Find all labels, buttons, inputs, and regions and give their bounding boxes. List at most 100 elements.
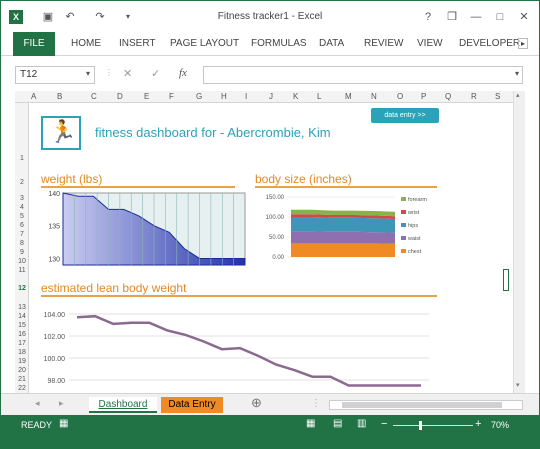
- tab-split-grip-icon[interactable]: ⋮: [311, 398, 321, 409]
- row-header[interactable]: 9: [15, 249, 29, 256]
- row-header[interactable]: 19: [15, 358, 29, 365]
- next-sheet-icon[interactable]: ▸: [59, 398, 64, 409]
- tab-file[interactable]: FILE: [13, 32, 55, 56]
- row-header[interactable]: 5: [15, 213, 29, 220]
- enter-icon[interactable]: ✓: [151, 67, 160, 80]
- column-header[interactable]: G: [196, 92, 202, 101]
- horizontal-scroll-thumb[interactable]: [342, 402, 502, 408]
- page-break-view-icon[interactable]: ▥: [357, 418, 366, 429]
- tab-view[interactable]: VIEW: [417, 38, 443, 49]
- column-header[interactable]: N: [371, 92, 377, 101]
- tab-formulas[interactable]: FORMULAS: [251, 38, 307, 49]
- scroll-up-icon[interactable]: ▴: [516, 91, 520, 99]
- minimize-icon[interactable]: —: [469, 10, 483, 24]
- lean-tick-label: 98.00: [47, 378, 65, 385]
- tab-data-entry[interactable]: Data Entry: [161, 397, 223, 413]
- row-header[interactable]: 11: [15, 267, 29, 274]
- column-header[interactable]: F: [169, 92, 174, 101]
- row-header[interactable]: 16: [15, 331, 29, 338]
- row-header[interactable]: 6: [15, 222, 29, 229]
- column-headers: A B C D E F G H I J K L M N O P Q R S: [15, 91, 525, 103]
- ribbon-display-icon[interactable]: ❐: [445, 10, 459, 24]
- row-header[interactable]: 20: [15, 367, 29, 374]
- new-sheet-icon[interactable]: ⊕: [251, 395, 262, 411]
- weight-tick-label: 140: [48, 191, 60, 198]
- chevron-down-icon[interactable]: ▾: [86, 69, 90, 78]
- column-header[interactable]: E: [144, 92, 149, 101]
- page-layout-view-icon[interactable]: ▤: [333, 418, 342, 429]
- legend-swatch: [401, 249, 406, 253]
- column-header[interactable]: M: [345, 92, 352, 101]
- column-header[interactable]: P: [421, 92, 426, 101]
- formula-input[interactable]: [203, 66, 523, 84]
- status-ready: READY: [21, 420, 53, 430]
- row-header[interactable]: 13: [15, 304, 29, 311]
- column-header[interactable]: B: [57, 92, 62, 101]
- tab-developer[interactable]: DEVELOPER: [459, 38, 520, 49]
- vertical-scrollbar[interactable]: ▴ ▾: [513, 91, 525, 393]
- expand-formula-bar-icon[interactable]: ▾: [515, 69, 519, 78]
- worksheet[interactable]: 🏃 fitness dashboard for - Abercrombie, K…: [29, 103, 513, 393]
- macro-record-icon[interactable]: ▦: [59, 418, 68, 429]
- ribbon-scroll-right-icon[interactable]: ▸: [518, 38, 529, 49]
- column-header[interactable]: A: [31, 92, 36, 101]
- name-box[interactable]: T12 ▾: [15, 66, 95, 84]
- weight-chart[interactable]: 140 135 130: [39, 191, 249, 271]
- zoom-out-icon[interactable]: −: [381, 418, 387, 430]
- prev-sheet-icon[interactable]: ◂: [35, 398, 40, 409]
- normal-view-icon[interactable]: ▦: [306, 418, 315, 429]
- cancel-icon[interactable]: ✕: [123, 67, 132, 80]
- column-header[interactable]: H: [221, 92, 227, 101]
- tab-page-layout[interactable]: PAGE LAYOUT: [170, 38, 239, 49]
- lean-weight-chart[interactable]: 104.00 102.00 100.00 98.00: [39, 301, 439, 393]
- legend-swatch: [401, 223, 406, 227]
- tab-data[interactable]: DATA: [319, 38, 344, 49]
- row-header[interactable]: 2: [15, 179, 29, 186]
- weight-heading: weight (lbs): [41, 172, 235, 188]
- body-size-chart[interactable]: 150.00 100.00 50.00 0.00 forearm wrist hips wai…: [255, 193, 435, 268]
- column-header[interactable]: J: [269, 92, 273, 101]
- zoom-level[interactable]: 70%: [491, 420, 509, 430]
- legend-swatch: [401, 210, 406, 214]
- row-header[interactable]: 22: [15, 385, 29, 392]
- horizontal-scrollbar[interactable]: [329, 400, 523, 410]
- tab-dashboard[interactable]: Dashboard: [89, 397, 157, 413]
- column-header[interactable]: L: [317, 92, 321, 101]
- row-headers: 1234567891011121314151617181920212223: [15, 103, 29, 400]
- row-header[interactable]: 1: [15, 155, 29, 162]
- column-header[interactable]: I: [245, 92, 247, 101]
- row-header[interactable]: 8: [15, 240, 29, 247]
- insert-function-icon[interactable]: fx: [179, 67, 187, 79]
- row-header[interactable]: 14: [15, 313, 29, 320]
- zoom-slider[interactable]: [393, 421, 473, 430]
- column-header[interactable]: K: [293, 92, 298, 101]
- column-header[interactable]: R: [471, 92, 477, 101]
- tab-review[interactable]: REVIEW: [364, 38, 403, 49]
- row-header[interactable]: 7: [15, 231, 29, 238]
- row-header[interactable]: 10: [15, 258, 29, 265]
- data-entry-button[interactable]: data entry >>: [371, 108, 439, 123]
- row-header[interactable]: 15: [15, 322, 29, 329]
- row-header[interactable]: 21: [15, 376, 29, 383]
- row-header[interactable]: 12: [15, 285, 29, 292]
- status-bar: READY ▦ ▦ ▤ ▥ − + 70%: [1, 415, 539, 449]
- row-header[interactable]: 17: [15, 340, 29, 347]
- row-header[interactable]: 18: [15, 349, 29, 356]
- column-header[interactable]: O: [397, 92, 403, 101]
- row-header[interactable]: 4: [15, 204, 29, 211]
- scroll-down-icon[interactable]: ▾: [516, 381, 520, 389]
- row-header[interactable]: 3: [15, 195, 29, 202]
- column-header[interactable]: C: [91, 92, 97, 101]
- zoom-in-icon[interactable]: +: [475, 418, 481, 430]
- selected-cell-indicator: [503, 269, 509, 291]
- column-header[interactable]: S: [495, 92, 500, 101]
- tab-home[interactable]: HOME: [71, 38, 101, 49]
- formula-bar: T12 ▾ ⋮ ✕ ✓ fx ▾: [1, 56, 539, 91]
- zoom-slider-thumb[interactable]: [419, 421, 422, 430]
- help-icon[interactable]: ?: [421, 10, 435, 24]
- column-header[interactable]: D: [117, 92, 123, 101]
- close-icon[interactable]: ✕: [517, 10, 531, 24]
- maximize-icon[interactable]: □: [493, 10, 507, 24]
- column-header[interactable]: Q: [445, 92, 451, 101]
- tab-insert[interactable]: INSERT: [119, 38, 156, 49]
